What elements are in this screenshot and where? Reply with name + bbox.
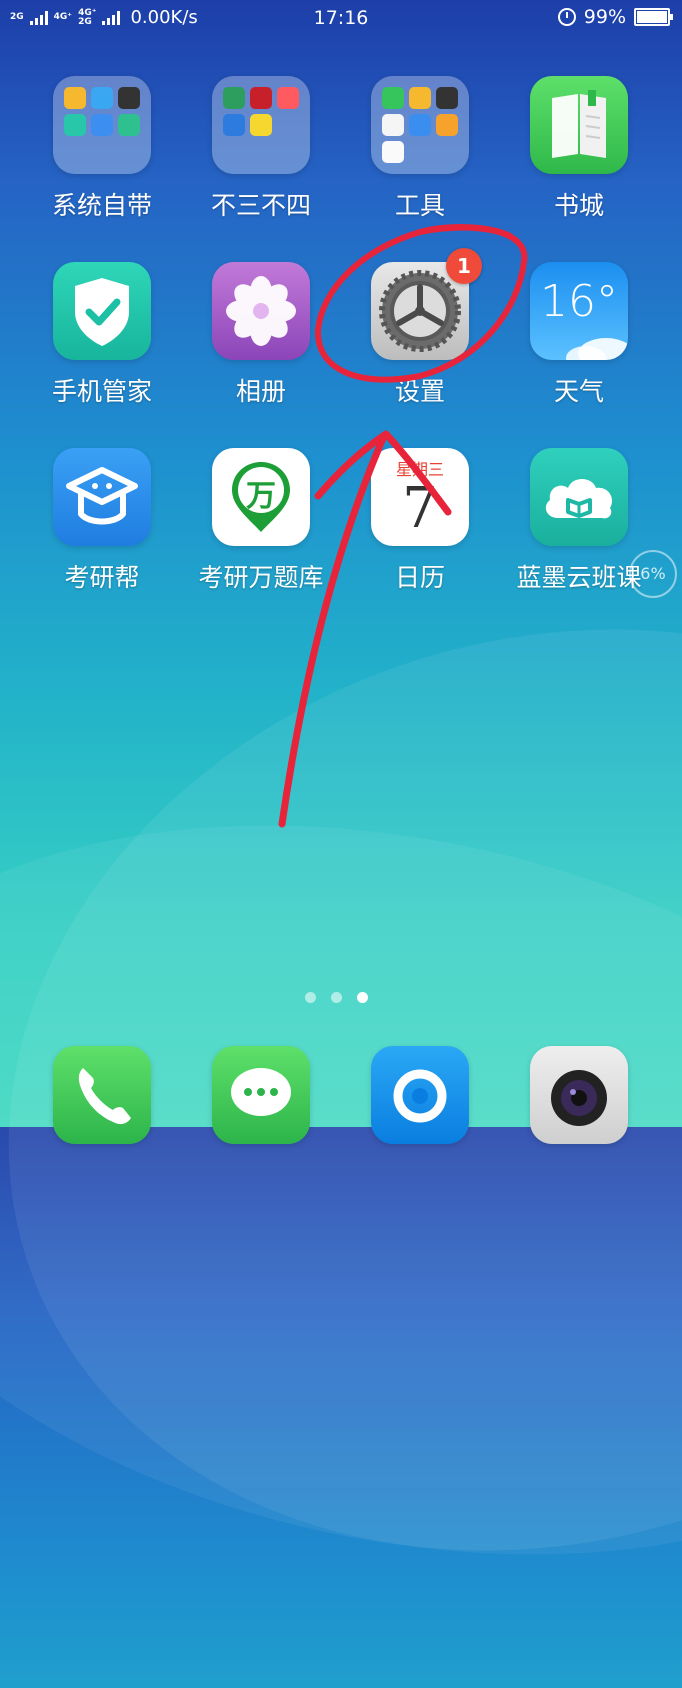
dock-browser[interactable] (345, 1046, 495, 1144)
graduation-cap-icon (53, 448, 151, 546)
folder-system-apps[interactable]: 系统自带 (27, 76, 177, 222)
bank-icon (223, 87, 245, 109)
page-dot-1[interactable] (305, 992, 316, 1003)
app-label: 相册 (235, 377, 286, 406)
alipay-icon (223, 114, 245, 136)
flower-icon (212, 262, 310, 360)
assistant-icon (118, 114, 140, 136)
battery-icon (634, 8, 673, 26)
app-photos[interactable]: 相册 (186, 262, 336, 408)
shield-icon (53, 262, 151, 360)
cloud-book-icon (530, 448, 628, 546)
music-icon (277, 87, 299, 109)
alarm-icon (557, 8, 576, 26)
app-label: 考研万题库 (198, 563, 324, 592)
status-bar: 2G 4G⁺ 4G⁺ 2G 0.00K/s 17:16 99% (0, 0, 682, 36)
compass-tool-icon (436, 87, 458, 109)
compass-icon (64, 114, 86, 136)
folder-icon (53, 76, 151, 174)
app-calendar[interactable]: 星期三 7 日历 (345, 448, 495, 594)
dock-phone[interactable] (27, 1046, 177, 1144)
browser-icon (371, 1046, 469, 1144)
app-bookstore[interactable]: 书城 (504, 76, 654, 222)
wan-logo-icon: 万 (212, 448, 310, 546)
tools-icon (409, 87, 431, 109)
app-phone-manager[interactable]: 手机管家 (27, 262, 177, 408)
app-label: 不三不四 (210, 191, 311, 220)
icbc-icon (250, 87, 272, 109)
app-kaoyanbang[interactable]: 考研帮 (27, 448, 177, 594)
app-label: 系统自带 (51, 191, 152, 220)
page-dot-2[interactable] (331, 992, 342, 1003)
camera-icon (530, 1046, 628, 1144)
folder-misc-apps[interactable]: 不三不四 (186, 76, 336, 222)
status-right: 99% (557, 6, 673, 28)
app-label: 书城 (553, 191, 604, 220)
folder-tools[interactable]: 工具 (345, 76, 495, 222)
app-label: 工具 (394, 191, 445, 220)
phone-icon (53, 1046, 151, 1144)
recorder-icon (118, 87, 140, 109)
app-label: 天气 (553, 377, 604, 406)
app-label: 考研帮 (64, 563, 140, 592)
notes-icon (382, 114, 404, 136)
cube-icon (91, 87, 113, 109)
wallpaper-sheen-2 (0, 722, 682, 1658)
page-dot-3-active[interactable] (357, 992, 368, 1003)
app-label: 日历 (394, 563, 445, 592)
book-icon (530, 76, 628, 174)
folder-icon (212, 76, 310, 174)
app-label: 设置 (394, 377, 445, 406)
apps-grid-icon (382, 87, 404, 109)
app-settings[interactable]: 设置 (345, 262, 495, 408)
page-indicator[interactable] (305, 992, 368, 1003)
battery-percent: 99% (583, 6, 626, 28)
clock-icon (382, 141, 404, 163)
calendar-icon: 星期三 7 (371, 448, 469, 546)
dock-camera[interactable] (504, 1046, 654, 1144)
messages-icon (212, 1046, 310, 1144)
game-center-icon (64, 87, 86, 109)
meituan-icon (250, 114, 272, 136)
calculator-icon (436, 114, 458, 136)
app-weather[interactable]: 16° 天气 (504, 262, 654, 408)
weather-icon: 16° (530, 262, 628, 360)
wan-logo-text: 万 (246, 479, 276, 514)
notification-badge: 1 (446, 248, 482, 284)
app-label: 手机管家 (51, 377, 152, 406)
folder-icon (371, 76, 469, 174)
dock-messages[interactable] (186, 1046, 336, 1144)
app-kaoyan-question-bank[interactable]: 万 考研万题库 (186, 448, 336, 594)
radio-icon (91, 114, 113, 136)
calendar-day: 7 (402, 476, 438, 541)
floating-ball-widget[interactable]: 6% (629, 550, 677, 598)
contacts-icon (409, 114, 431, 136)
